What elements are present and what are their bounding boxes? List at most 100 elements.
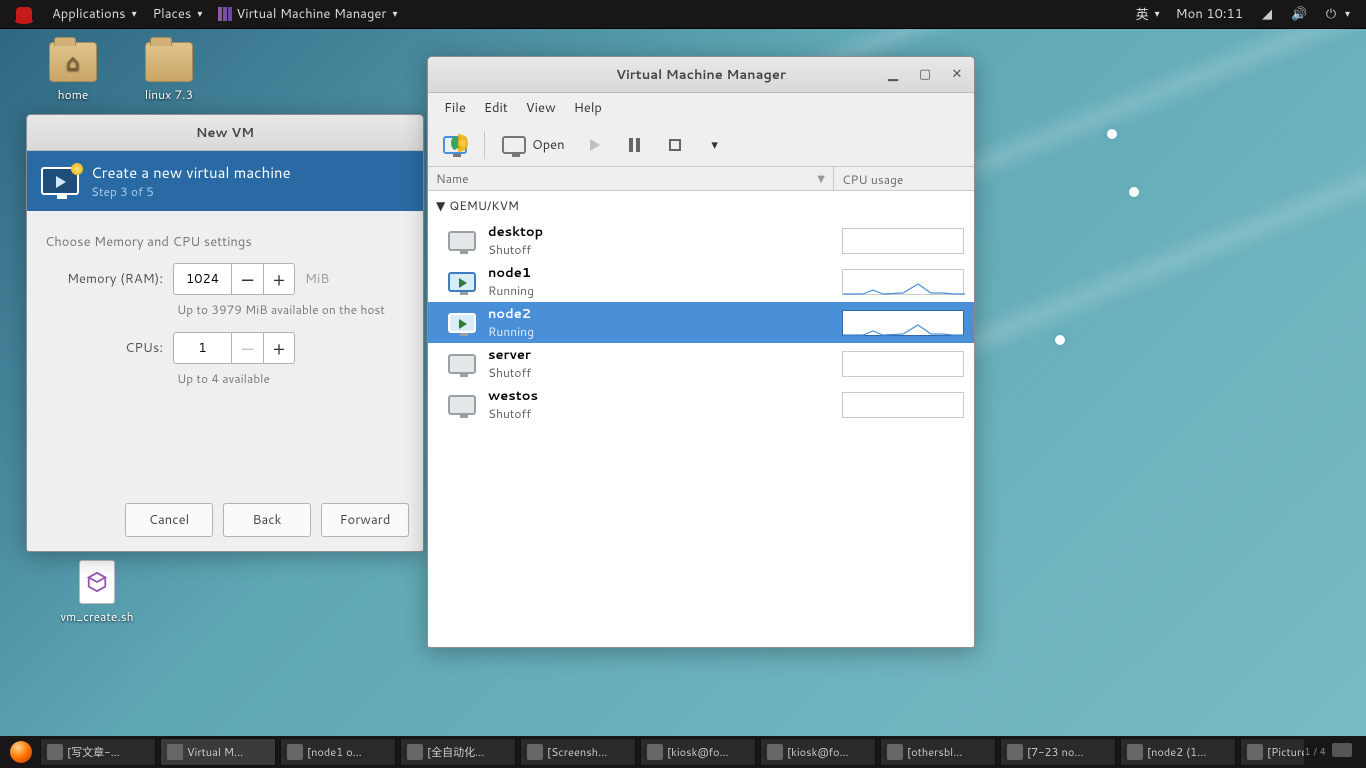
taskbar-task[interactable]: Virtual M… [160, 738, 276, 766]
show-desktop-button[interactable] [1332, 743, 1352, 761]
taskbar-task[interactable]: [Pictures] [1240, 738, 1304, 766]
workspace-indicator[interactable]: 1 / 4 [1304, 745, 1326, 759]
shutdown-button[interactable] [658, 129, 692, 161]
task-label: [node1 o… [307, 744, 362, 760]
vm-row[interactable]: serverShutoff [428, 343, 974, 384]
app-icon [1127, 744, 1143, 760]
maximize-icon: ▢ [919, 65, 931, 83]
taskbar-task[interactable]: [node2 (1… [1120, 738, 1236, 766]
close-button[interactable]: ✕ [946, 63, 968, 85]
wizard-section-label: Choose Memory and CPU settings [45, 233, 405, 251]
menu-file[interactable]: File [436, 95, 474, 121]
volume-icon: 🔊 [1291, 5, 1307, 23]
maximize-button[interactable]: ▢ [914, 63, 936, 85]
taskbar-task[interactable]: [Screensh… [520, 738, 636, 766]
cpus-decrement-button[interactable]: − [231, 332, 263, 364]
memory-input[interactable] [173, 263, 231, 295]
applications-menu[interactable]: Applications▾ [44, 0, 145, 28]
open-button[interactable]: Open [495, 129, 572, 161]
places-menu[interactable]: Places▾ [145, 0, 211, 28]
memory-hint: Up to 3979 MiB available on the host [177, 301, 405, 318]
app-icon [287, 744, 303, 760]
cpus-input[interactable] [173, 332, 231, 364]
app-icon [47, 744, 63, 760]
taskbar-task[interactable]: [kiosk@fo… [640, 738, 756, 766]
desktop-icon-script[interactable]: vm_create.sh [54, 560, 140, 625]
menu-help[interactable]: Help [566, 95, 610, 121]
vm-status-icon [448, 272, 476, 292]
vm-name-label: server [488, 346, 531, 364]
desktop-icon-home[interactable]: home [30, 42, 116, 103]
power-icon: ⏻ [1323, 5, 1339, 23]
taskbar-task[interactable]: [写文章-… [40, 738, 156, 766]
vm-row[interactable]: node2Running [428, 302, 974, 343]
pause-button[interactable] [618, 129, 652, 161]
shellscript-icon [79, 560, 115, 604]
task-label: Virtual M… [187, 744, 243, 760]
cancel-button[interactable]: Cancel [125, 503, 213, 537]
wizard-header: Create a new virtual machine Step 3 of 5 [27, 151, 423, 211]
column-header-name[interactable]: Name▼ [428, 167, 833, 190]
window-title[interactable]: New VM [27, 115, 423, 151]
vm-row[interactable]: node1Running [428, 261, 974, 302]
desktop-icon [1332, 743, 1352, 757]
taskbar-task[interactable]: [全自动化… [400, 738, 516, 766]
window-title[interactable]: Virtual Machine Manager ▁ ▢ ✕ [428, 57, 974, 93]
redhat-icon [16, 7, 32, 21]
task-label: [kiosk@fo… [667, 744, 729, 760]
memory-decrement-button[interactable]: − [231, 263, 263, 295]
desktop-icon-label: linux 7.3 [126, 86, 212, 103]
volume-indicator[interactable]: 🔊 [1283, 0, 1315, 28]
menu-edit[interactable]: Edit [476, 95, 516, 121]
home-folder-icon [49, 42, 97, 82]
back-button[interactable]: Back [223, 503, 311, 537]
pause-icon [629, 138, 640, 152]
system-menu[interactable] [8, 0, 44, 28]
vm-state-label: Shutoff [488, 241, 531, 258]
minimize-button[interactable]: ▁ [882, 63, 904, 85]
taskbar-task[interactable]: [kiosk@fo… [760, 738, 876, 766]
column-header-cpu[interactable]: CPU usage [834, 167, 974, 190]
cpus-increment-button[interactable]: + [263, 332, 295, 364]
firefox-launcher[interactable] [4, 741, 38, 763]
chevron-down-icon: ▾ [197, 7, 202, 21]
app-icon [1007, 744, 1023, 760]
vm-state-label: Shutoff [488, 364, 531, 381]
memory-unit: MiB [305, 270, 329, 288]
cpus-hint: Up to 4 available [177, 370, 405, 387]
network-indicator[interactable]: ◢ [1251, 0, 1283, 28]
folder-icon [145, 42, 193, 82]
power-menu[interactable]: ⏻▾ [1315, 0, 1358, 28]
clock[interactable]: Mon 10:11 [1168, 0, 1251, 28]
chevron-down-icon: ▾ [132, 7, 137, 21]
close-icon: ✕ [952, 65, 963, 83]
wizard-title: Create a new virtual machine [91, 162, 291, 183]
desktop-icon-linux73[interactable]: linux 7.3 [126, 42, 212, 103]
chevron-down-icon: ▾ [711, 136, 718, 154]
cpu-sparkline [842, 392, 964, 418]
app-icon [1247, 744, 1263, 760]
forward-button[interactable]: Forward [321, 503, 409, 537]
app-icon [647, 744, 663, 760]
taskbar-task[interactable]: [node1 o… [280, 738, 396, 766]
vm-name-label: desktop [488, 223, 543, 241]
task-label: [othersbl… [907, 744, 962, 760]
chevron-down-icon: ▾ [1345, 7, 1350, 21]
new-vm-button[interactable] [436, 129, 474, 161]
vm-row[interactable]: desktopShutoff [428, 220, 974, 261]
run-button[interactable] [578, 129, 612, 161]
taskbar-task[interactable]: [othersbl… [880, 738, 996, 766]
menu-view[interactable]: View [518, 95, 564, 121]
active-app-menu[interactable]: Virtual Machine Manager▾ [210, 0, 405, 28]
connection-label: QEMU/KVM [449, 197, 519, 214]
connection-toggle[interactable]: ▼QEMU/KVM [428, 191, 974, 220]
vm-state-label: Shutoff [488, 405, 531, 422]
taskbar-task[interactable]: [7-23 no… [1000, 738, 1116, 766]
vmm-window: Virtual Machine Manager ▁ ▢ ✕ File Edit … [427, 56, 975, 648]
vm-status-icon [448, 231, 476, 251]
ime-indicator[interactable]: 英▾ [1128, 0, 1168, 28]
task-label: [写文章-… [67, 744, 120, 760]
memory-increment-button[interactable]: + [263, 263, 295, 295]
vm-row[interactable]: westosShutoff [428, 384, 974, 425]
shutdown-menu-button[interactable]: ▾ [698, 129, 732, 161]
